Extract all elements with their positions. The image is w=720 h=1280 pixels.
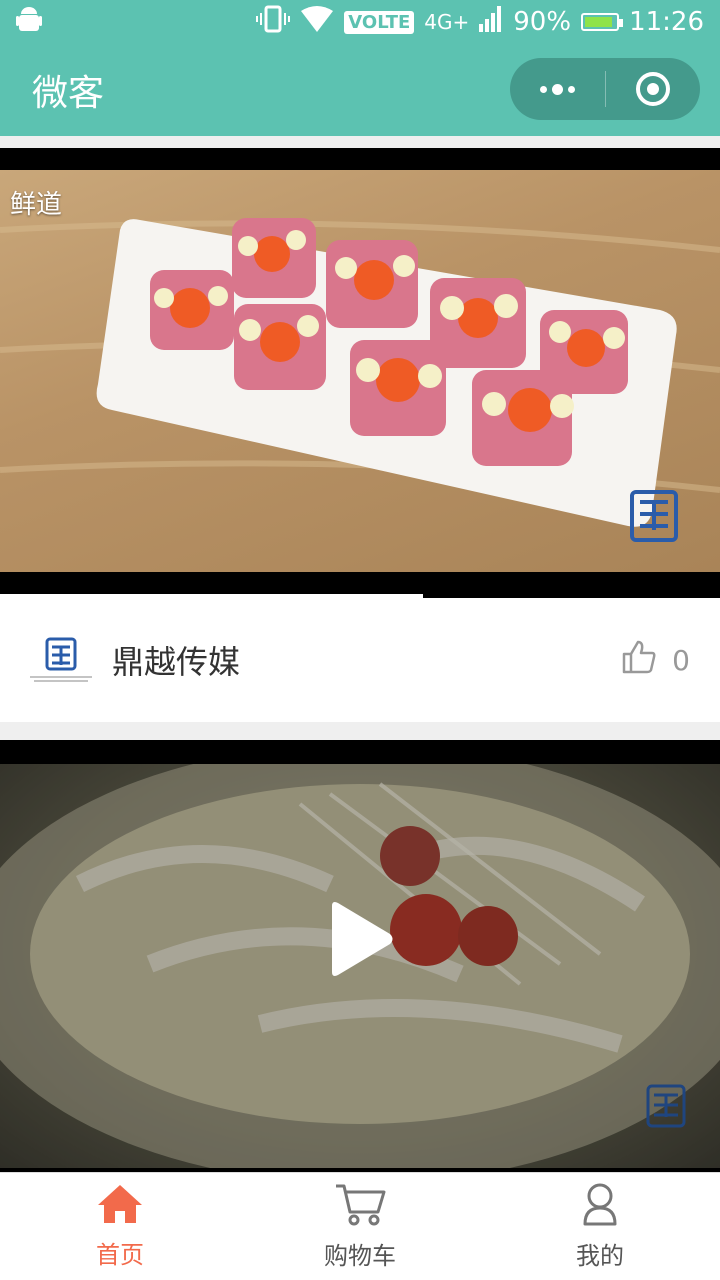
video-frame-sushi: 鲜道 bbox=[0, 170, 720, 572]
author-name[interactable]: 鼎越传媒 bbox=[112, 637, 240, 683]
clock: 11:26 bbox=[629, 7, 704, 37]
tab-label: 购物车 bbox=[324, 1242, 396, 1270]
like-count: 0 bbox=[672, 643, 690, 677]
close-button[interactable] bbox=[606, 58, 701, 120]
author-row: 鼎越传媒 0 bbox=[0, 598, 720, 722]
target-icon bbox=[635, 72, 670, 106]
play-icon[interactable] bbox=[326, 900, 396, 978]
more-dots-icon bbox=[539, 83, 575, 95]
feed-item: 鲜道 鼎越传媒 0 bbox=[0, 148, 720, 722]
tab-label: 首页 bbox=[96, 1241, 144, 1269]
page-title: 微客 bbox=[32, 73, 105, 114]
like-button[interactable]: 0 bbox=[622, 640, 690, 681]
cart-icon bbox=[334, 1182, 386, 1230]
network-type: 4G+ bbox=[424, 10, 470, 34]
battery-icon bbox=[581, 13, 624, 31]
volte-badge: VOLTE bbox=[344, 10, 415, 34]
feed-item bbox=[0, 740, 720, 1174]
thumbs-up-icon bbox=[622, 640, 656, 681]
user-icon bbox=[583, 1182, 617, 1230]
more-button[interactable] bbox=[510, 58, 605, 120]
home-icon bbox=[96, 1183, 144, 1229]
author-avatar[interactable] bbox=[28, 637, 94, 683]
tab-home[interactable]: 首页 bbox=[0, 1173, 240, 1280]
video-player[interactable]: 鲜道 bbox=[0, 148, 720, 594]
miniprogram-capsule bbox=[510, 58, 700, 120]
vibrate-icon bbox=[256, 5, 291, 40]
video-corner-tag: 鲜道 bbox=[10, 190, 63, 220]
tab-cart[interactable]: 购物车 bbox=[240, 1173, 480, 1280]
tab-profile[interactable]: 我的 bbox=[480, 1173, 720, 1280]
tab-bar: 首页 购物车 我的 bbox=[0, 1172, 720, 1280]
wifi-icon bbox=[300, 5, 334, 40]
battery-percent: 90% bbox=[513, 7, 572, 37]
tab-label: 我的 bbox=[576, 1242, 624, 1270]
status-bar: VOLTE 4G+ 90% 11:26 bbox=[0, 0, 720, 44]
signal-icon bbox=[479, 5, 503, 39]
battery-fill bbox=[585, 17, 613, 27]
nav-bar: 微客 bbox=[0, 44, 720, 136]
video-player[interactable] bbox=[0, 764, 720, 1168]
android-icon bbox=[16, 5, 42, 39]
